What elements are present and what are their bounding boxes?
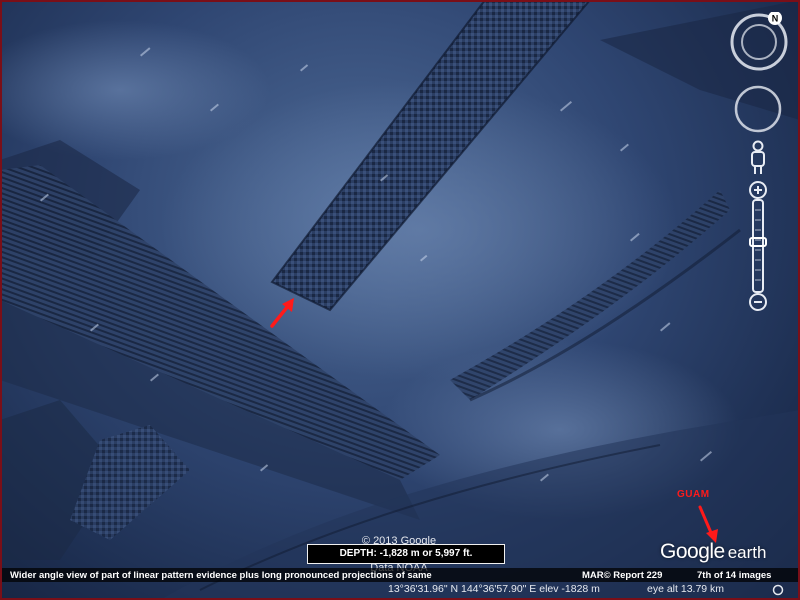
compass-icon[interactable]: N	[729, 12, 789, 72]
guam-label: GUAM	[677, 489, 710, 500]
coordinates-readout: 13°36'31.96" N 144°36'57.90" E elev -182…	[388, 583, 600, 595]
arrow-icon	[698, 505, 718, 543]
report-label: MAR© Report 229	[582, 570, 663, 581]
image-caption: Wider angle view of part of linear patte…	[10, 570, 432, 581]
seafloor-terrain	[0, 0, 800, 600]
look-ring-icon[interactable]	[733, 84, 783, 134]
image-count: 7th of 14 images	[697, 570, 772, 581]
arrow-icon	[270, 298, 294, 328]
streaming-status-icon	[772, 584, 784, 596]
zoom-slider-icon[interactable]	[746, 180, 770, 312]
eye-altitude-readout: eye alt 13.79 km	[647, 583, 725, 595]
street-view-person-icon[interactable]	[748, 140, 768, 176]
depth-readout: DEPTH: -1,828 m or 5,997 ft.	[307, 544, 505, 564]
google-earth-logo: Google earth	[660, 540, 766, 564]
logo-earth: earth	[727, 543, 767, 562]
status-bar: 13°36'31.96" N 144°36'57.90" E elev -182…	[380, 583, 798, 597]
north-label: N	[772, 14, 779, 24]
logo-google: Google	[660, 540, 725, 563]
map-viewport[interactable]: N GUAM © 2013 Google DEPTH: -1,828 m or …	[0, 0, 800, 600]
